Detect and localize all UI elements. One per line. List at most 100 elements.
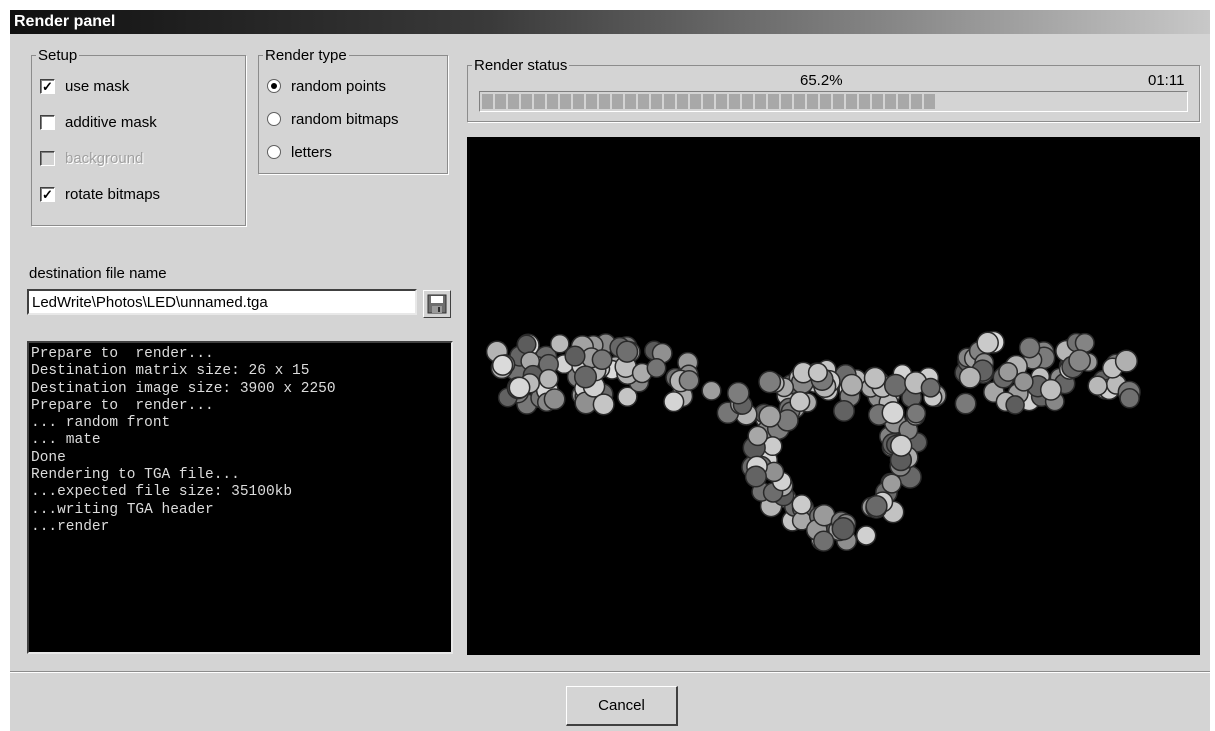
preview-dot xyxy=(855,525,877,546)
progress-block xyxy=(664,94,675,109)
random-bitmaps-option[interactable]: random bitmaps xyxy=(267,108,399,130)
progress-block xyxy=(625,94,636,109)
progress-block xyxy=(716,94,727,109)
rotate-bitmaps-checkbox[interactable]: ✓ xyxy=(40,186,55,202)
preview-dot xyxy=(701,380,722,401)
background-option: background xyxy=(40,147,143,169)
use-mask-option[interactable]: ✓ use mask xyxy=(40,75,129,97)
preview-dot xyxy=(538,368,559,389)
preview-dot xyxy=(1119,388,1140,409)
progress-block xyxy=(677,94,688,109)
progress-percent-text: 65.2% xyxy=(800,72,843,89)
preview-dot xyxy=(881,401,905,425)
progress-block xyxy=(482,94,493,109)
destination-file-name-input[interactable]: LedWrite\Photos\LED\unnamed.tga xyxy=(27,289,417,315)
additive-mask-checkbox[interactable] xyxy=(40,114,55,130)
preview-dot xyxy=(663,391,685,413)
preview-dot xyxy=(747,425,768,447)
preview-dot xyxy=(549,333,570,354)
rotate-bitmaps-label: rotate bitmaps xyxy=(65,185,161,203)
preview-dot xyxy=(543,388,566,411)
random-bitmaps-radio[interactable] xyxy=(267,112,281,126)
preview-dot xyxy=(591,349,613,371)
background-label: background xyxy=(65,149,144,167)
progress-block xyxy=(911,94,922,109)
preview-dot xyxy=(954,392,977,415)
render-type-group: Render type random points random bitmaps… xyxy=(258,48,448,174)
preview-dot xyxy=(573,365,598,389)
preview-dot xyxy=(1005,395,1025,415)
letters-radio[interactable] xyxy=(267,145,281,159)
preview-dot xyxy=(906,403,927,424)
progress-block xyxy=(495,94,506,109)
progress-block xyxy=(560,94,571,109)
progress-block xyxy=(846,94,857,109)
progress-block xyxy=(820,94,831,109)
progress-block xyxy=(599,94,610,109)
preview-dot xyxy=(1068,349,1091,372)
preview-dot xyxy=(726,381,750,405)
window-title: Render panel xyxy=(14,13,116,30)
progress-block xyxy=(781,94,792,109)
progress-block xyxy=(703,94,714,109)
progress-block xyxy=(508,94,519,109)
render-log-console[interactable]: Prepare to render... Destination matrix s… xyxy=(27,341,453,654)
preview-dot xyxy=(976,331,999,355)
preview-dot xyxy=(1039,378,1062,401)
preview-dot xyxy=(920,377,941,398)
progress-block xyxy=(729,94,740,109)
random-bitmaps-label: random bitmaps xyxy=(291,110,399,128)
log-line: ...expected file size: 35100kb xyxy=(31,484,293,501)
floppy-disk-icon xyxy=(427,294,447,314)
preview-dot xyxy=(615,340,639,363)
cancel-button[interactable]: Cancel xyxy=(566,686,678,726)
footer-divider xyxy=(10,671,1210,673)
preview-dot xyxy=(1087,375,1108,396)
progress-block xyxy=(742,94,753,109)
preview-dot xyxy=(789,391,811,413)
progress-block xyxy=(794,94,805,109)
preview-dots xyxy=(485,330,1141,552)
preview-dot xyxy=(516,334,537,355)
log-line: ... random front xyxy=(31,415,171,432)
elapsed-time-text: 01:11 xyxy=(1148,72,1185,89)
preview-dot xyxy=(564,345,586,367)
setup-group: Setup ✓ use mask additive mask backgroun… xyxy=(31,48,246,226)
letters-option[interactable]: letters xyxy=(267,141,332,163)
use-mask-checkbox[interactable]: ✓ xyxy=(40,78,55,94)
additive-mask-option[interactable]: additive mask xyxy=(40,111,157,133)
log-line: Destination matrix size: 26 x 15 xyxy=(31,363,310,380)
log-line: Done xyxy=(31,449,66,466)
progress-block xyxy=(833,94,844,109)
preview-dot xyxy=(508,376,531,399)
render-status-legend: Render status xyxy=(474,57,568,74)
preview-dot xyxy=(758,370,782,394)
save-file-button[interactable] xyxy=(423,290,451,318)
log-line: Prepare to render... xyxy=(31,397,214,414)
render-panel-window: Render panel Setup ✓ use mask additive m… xyxy=(10,10,1210,731)
render-progress-bar xyxy=(479,91,1188,112)
render-preview-image xyxy=(467,137,1200,655)
random-points-option[interactable]: random points xyxy=(267,75,386,97)
preview-dot xyxy=(890,434,913,457)
random-points-radio[interactable] xyxy=(267,79,281,93)
render-status-group: Render status xyxy=(467,58,1200,122)
progress-block xyxy=(586,94,597,109)
random-points-label: random points xyxy=(291,77,387,95)
preview-dot xyxy=(807,362,828,383)
render-type-legend: Render type xyxy=(265,47,347,64)
title-bar[interactable]: Render panel xyxy=(10,10,1210,34)
additive-mask-label: additive mask xyxy=(65,113,157,131)
preview-dot xyxy=(646,358,667,378)
preview-dot xyxy=(865,494,888,518)
progress-block xyxy=(651,94,662,109)
destination-file-name-label: destination file name xyxy=(29,265,167,282)
progress-block xyxy=(690,94,701,109)
preview-dot xyxy=(791,494,813,515)
log-line: Prepare to render... xyxy=(31,346,214,362)
rotate-bitmaps-option[interactable]: ✓ rotate bitmaps xyxy=(40,183,160,205)
progress-block xyxy=(768,94,779,109)
preview-dot xyxy=(881,473,902,494)
progress-block xyxy=(807,94,818,109)
progress-block xyxy=(534,94,545,109)
